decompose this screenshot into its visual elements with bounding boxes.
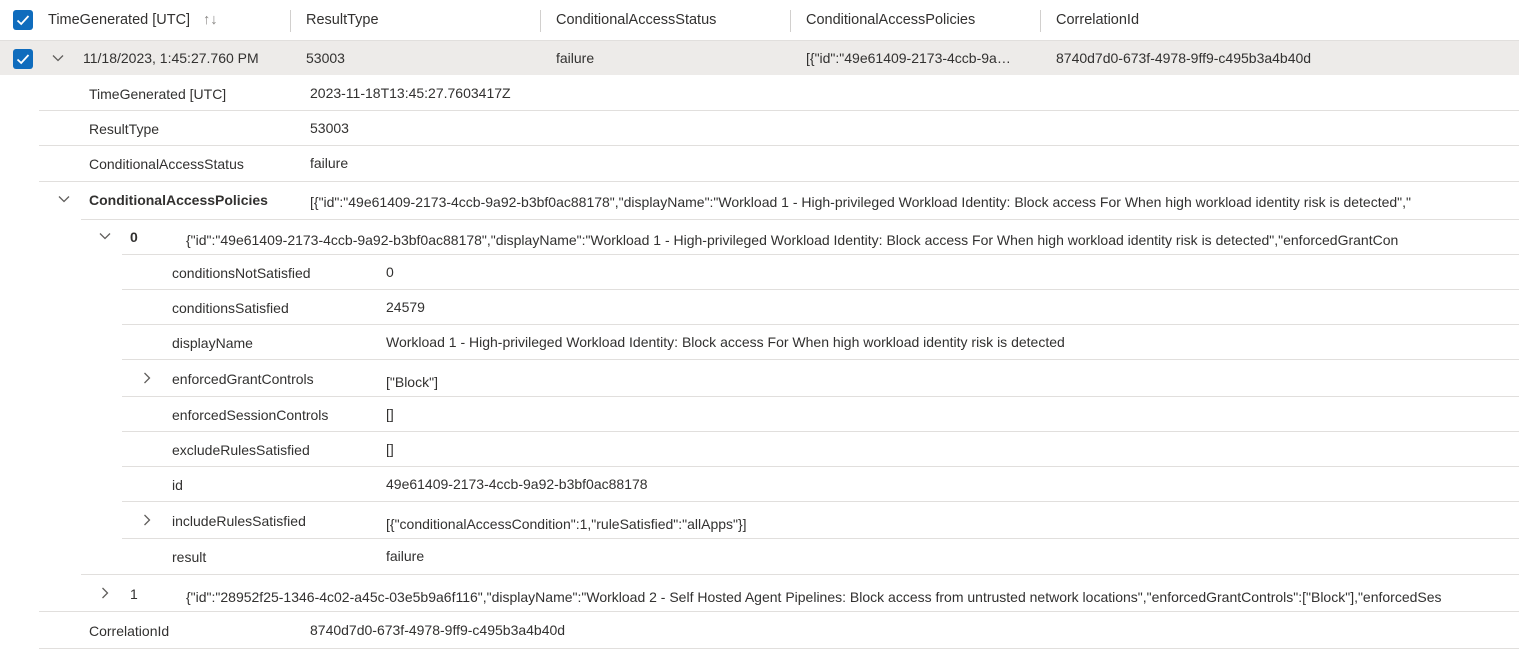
- detail-key: CorrelationId: [89, 623, 170, 639]
- chevron-right-icon[interactable]: [140, 513, 154, 527]
- checkmark-icon: [16, 54, 30, 65]
- column-divider[interactable]: [790, 10, 791, 32]
- field-key: displayName: [172, 335, 253, 351]
- divider: [122, 359, 1519, 360]
- chevron-right-icon[interactable]: [140, 371, 154, 385]
- chevron-down-icon[interactable]: [98, 229, 112, 243]
- field-value: 0: [386, 264, 394, 280]
- detail-key: TimeGenerated [UTC]: [89, 86, 227, 102]
- cell-time: 11/18/2023, 1:45:27.760 PM: [83, 50, 259, 66]
- column-header-policies[interactable]: ConditionalAccessPolicies: [806, 12, 975, 28]
- chevron-down-icon[interactable]: [57, 192, 71, 206]
- field-key: result: [172, 549, 207, 565]
- column-header-resulttype[interactable]: ResultType: [306, 12, 379, 28]
- divider: [39, 611, 1519, 612]
- select-all-checkbox[interactable]: [13, 10, 33, 30]
- field-key: enforcedGrantControls: [172, 371, 314, 387]
- array-item-value: {"id":"49e61409-2173-4ccb-9a92-b3bf0ac88…: [186, 232, 1399, 248]
- field-key: conditionsNotSatisfied: [172, 265, 311, 281]
- divider: [39, 145, 1519, 146]
- sort-icon[interactable]: ↑↓: [203, 12, 218, 28]
- array-index-1: 1: [130, 586, 138, 602]
- row-checkbox[interactable]: [13, 49, 33, 69]
- field-value: 49e61409-2173-4ccb-9a92-b3bf0ac88178: [386, 476, 648, 492]
- detail-key: ConditionalAccessStatus: [89, 156, 244, 172]
- detail-key-policies: ConditionalAccessPolicies: [89, 192, 268, 208]
- chevron-right-icon[interactable]: [98, 586, 112, 600]
- column-header-time[interactable]: TimeGenerated [UTC]: [48, 12, 190, 28]
- divider: [122, 431, 1519, 432]
- field-key: includeRulesSatisfied: [172, 513, 306, 529]
- divider: [81, 219, 1519, 220]
- column-divider[interactable]: [290, 10, 291, 32]
- field-key: conditionsSatisfied: [172, 300, 289, 316]
- field-value: 24579: [386, 299, 425, 315]
- divider: [39, 110, 1519, 111]
- field-value: ["Block"]: [386, 374, 438, 390]
- field-key: excludeRulesSatisfied: [172, 442, 310, 458]
- column-header-status[interactable]: ConditionalAccessStatus: [556, 12, 716, 28]
- field-value: Workload 1 - High-privileged Workload Id…: [386, 334, 1065, 350]
- divider: [81, 574, 1519, 575]
- chevron-down-icon[interactable]: [51, 51, 65, 65]
- column-header-correlationid[interactable]: CorrelationId: [1056, 12, 1139, 28]
- field-value: failure: [386, 548, 425, 564]
- divider: [122, 396, 1519, 397]
- divider: [39, 648, 1519, 649]
- field-value: []: [386, 441, 394, 457]
- detail-value: failure: [310, 155, 349, 171]
- cell-correlationid: 8740d7d0-673f-4978-9ff9-c495b3a4b40d: [1056, 50, 1312, 66]
- detail-value: 53003: [310, 120, 349, 136]
- field-value: []: [386, 406, 394, 422]
- column-divider[interactable]: [1040, 10, 1041, 32]
- field-key: id: [172, 477, 183, 493]
- detail-key: ResultType: [89, 121, 160, 137]
- detail-value-policies: [{"id":"49e61409-2173-4ccb-9a92-b3bf0ac8…: [310, 194, 1412, 210]
- divider: [122, 501, 1519, 502]
- divider: [39, 181, 1519, 182]
- divider: [122, 289, 1519, 290]
- divider: [122, 538, 1519, 539]
- field-key: enforcedSessionControls: [172, 407, 329, 423]
- checkmark-icon: [16, 15, 30, 26]
- divider: [122, 254, 1519, 255]
- cell-status: failure: [556, 50, 595, 66]
- divider: [122, 324, 1519, 325]
- divider: [122, 466, 1519, 467]
- cell-resulttype: 53003: [306, 50, 345, 66]
- array-item-value: {"id":"28952f25-1346-4c02-a45c-03e5b9a6f…: [186, 589, 1442, 605]
- detail-value: 2023-11-18T13:45:27.7603417Z: [310, 85, 511, 101]
- field-value: [{"conditionalAccessCondition":1,"ruleSa…: [386, 516, 747, 532]
- column-divider[interactable]: [540, 10, 541, 32]
- cell-policies: [{"id":"49e61409-2173-4ccb-9a…: [806, 50, 1011, 66]
- array-index-0: 0: [130, 229, 138, 245]
- detail-value: 8740d7d0-673f-4978-9ff9-c495b3a4b40d: [310, 622, 566, 638]
